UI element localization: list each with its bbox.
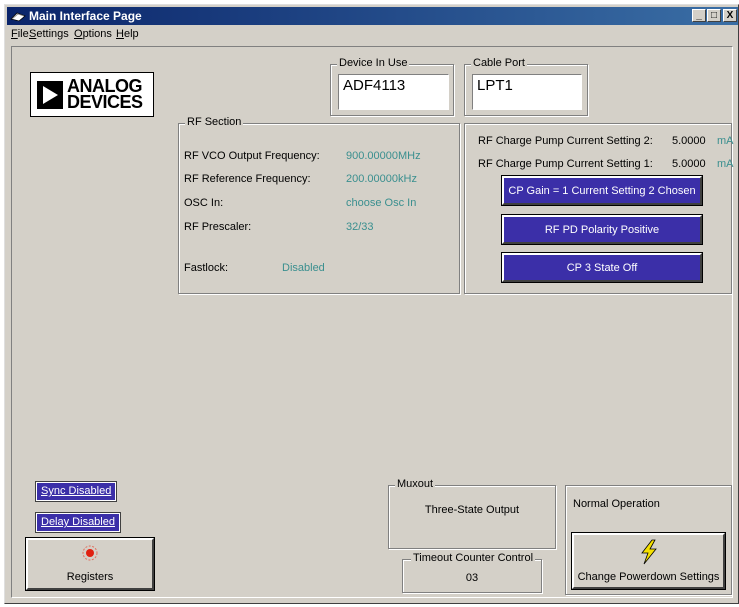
cp-gain-button[interactable]: CP Gain = 1 Current Setting 2 Chosen [502,176,702,205]
rf-prescaler-value[interactable]: 32/33 [346,221,374,233]
fastlock-label: Fastlock: [184,262,229,274]
timeout-counter-group: Timeout Counter Control 03 [402,552,542,593]
main-window: Main Interface Page _ □ X File Settings … [4,4,739,604]
osc-in-label: OSC In: [184,197,224,209]
cp-setting1-value[interactable]: 5.0000 [672,158,706,170]
device-in-use-field[interactable]: ADF4113 [338,74,449,110]
menu-bar: File Settings Options Help [7,26,738,43]
maximize-button[interactable]: □ [707,9,721,22]
rf-section-label: RF Section [185,116,244,128]
close-button[interactable]: X [723,9,737,22]
window-title: Main Interface Page [29,9,142,23]
cable-port-field[interactable]: LPT1 [472,74,582,110]
minimize-button[interactable]: _ [692,9,706,22]
device-in-use-label: Device In Use [337,57,410,69]
logo-text-devices: DEVICES [67,92,143,112]
registers-label: Registers [66,571,114,583]
change-powerdown-label: Change Powerdown Settings [577,571,720,583]
change-powerdown-button[interactable]: Change Powerdown Settings [572,533,725,589]
power-status-text: Normal Operation [573,498,660,510]
cp-setting2-value[interactable]: 5.0000 [672,135,706,147]
menu-settings[interactable]: Settings [29,28,69,40]
main-panel: ANALOG DEVICES Device In Use ADF4113 Cab… [11,46,734,598]
delay-button[interactable]: Delay Disabled [36,513,120,532]
cp-setting2-label: RF Charge Pump Current Setting 2: [478,135,653,147]
cp-setting2-unit: mA [717,135,734,147]
registers-button[interactable]: Registers [26,538,154,590]
app-icon [10,12,26,22]
logo-triangle-icon [37,81,63,109]
rf-ref-value[interactable]: 200.00000kHz [346,173,417,185]
rf-prescaler-label: RF Prescaler: [184,221,252,233]
cable-port-label: Cable Port [471,57,527,69]
menu-options[interactable]: Options [74,28,112,40]
cp-setting1-label: RF Charge Pump Current Setting 1: [478,158,653,170]
menu-file[interactable]: File [11,28,29,40]
led-icon [82,545,98,561]
menu-help[interactable]: Help [116,28,139,40]
lightning-icon [641,539,657,565]
timeout-counter-label: Timeout Counter Control [411,552,536,564]
sync-button[interactable]: Sync Disabled [36,482,117,501]
muxout-label: Muxout [395,478,436,490]
title-bar: Main Interface Page _ □ X [7,7,738,25]
rf-vco-value[interactable]: 900.00000MHz [346,150,421,162]
muxout-group: Muxout Three-State Output [388,478,556,549]
pd-polarity-button[interactable]: RF PD Polarity Positive [502,215,702,244]
rf-ref-label: RF Reference Frequency: [184,173,311,185]
timeout-counter-value[interactable]: 03 [403,572,541,584]
osc-in-value[interactable]: choose Osc In [346,197,416,209]
fastlock-value[interactable]: Disabled [282,262,325,274]
analog-devices-logo: ANALOG DEVICES [30,72,154,117]
cp-state-button[interactable]: CP 3 State Off [502,253,702,282]
cp-setting1-unit: mA [717,158,734,170]
muxout-value[interactable]: Three-State Output [389,504,555,516]
rf-vco-label: RF VCO Output Frequency: [184,150,320,162]
